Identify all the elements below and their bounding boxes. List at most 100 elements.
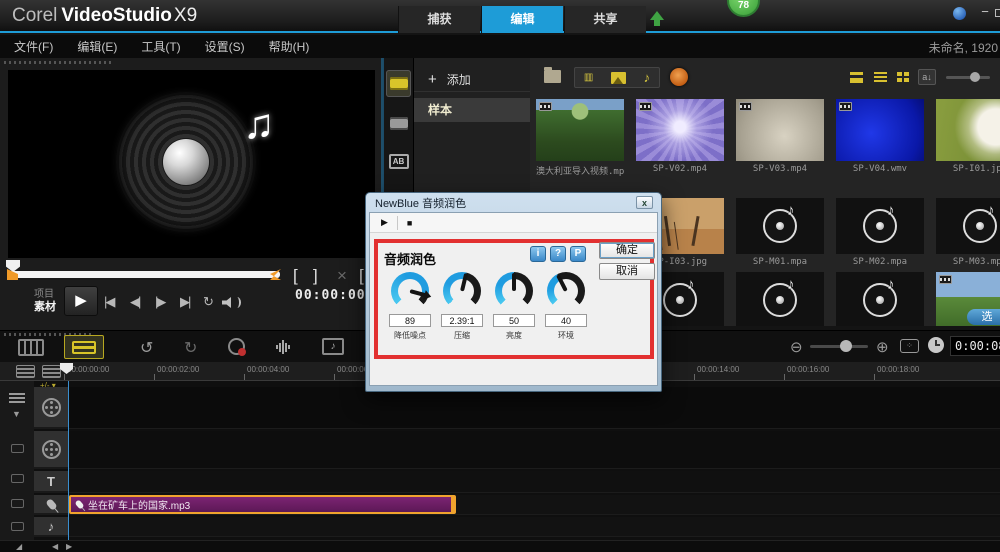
ramp-icon[interactable]: ◢ [16,542,22,551]
ambience-knob[interactable] [547,272,585,310]
volume-icon[interactable] [222,296,242,309]
media-item[interactable]: SP-V03.mp4 [736,99,824,174]
preset-button[interactable]: P [570,246,586,262]
ripple-toggle[interactable] [11,522,24,531]
ripple-toggle[interactable] [11,499,24,508]
video-track-header[interactable] [34,387,68,429]
mark-out-button[interactable]: ] [313,266,318,286]
trim-start-handle[interactable] [7,269,18,280]
dialog-title-bar[interactable]: NewBlue 音频润色 [369,193,658,212]
menu-help[interactable]: 帮助(H) [269,38,310,55]
enlarge-button[interactable]: [ [359,266,364,286]
options-button[interactable]: 选 [967,309,1000,325]
storyboard-view-button[interactable] [18,339,44,356]
help-button[interactable]: ? [550,246,566,262]
view-list-button[interactable] [872,70,889,85]
repeat-button[interactable]: ↻ [203,294,214,310]
thumbnail-zoom-slider[interactable] [946,76,990,79]
view-thumbnail-button[interactable] [894,70,911,85]
mode-project[interactable]: 项目 [34,288,56,301]
music-track-header[interactable]: ♪ [34,517,68,537]
menu-file[interactable]: 文件(F) [14,38,53,55]
ripple-toggle[interactable] [11,444,24,453]
show-all-tracks-button[interactable] [16,365,35,378]
knob-value-field[interactable]: 40 [545,314,587,327]
timeline-view-button[interactable] [64,335,104,359]
sound-mixer-button[interactable] [276,340,296,354]
media-category-button[interactable] [386,70,411,97]
sort-button[interactable]: a↓ [918,69,936,85]
360-video-icon[interactable] [670,68,688,86]
compression-knob[interactable] [443,272,481,310]
upload-arrow-icon[interactable] [650,11,664,27]
track-dropdown-icon[interactable]: ▼ [12,409,21,419]
track-options-icon[interactable] [9,393,25,404]
title-track-header[interactable]: T [34,471,68,493]
music-track-lane[interactable] [69,517,1000,537]
menu-settings[interactable]: 设置(S) [205,38,245,55]
knob-value-field[interactable]: 2.39:1 [441,314,483,327]
gallery-item-sample[interactable]: 样本 [414,98,531,122]
tab-share[interactable]: 共享 [564,6,646,33]
media-item[interactable]: ♪ SP-M02.mpa [836,198,924,267]
media-item[interactable]: SP-V04.wmv [836,99,924,174]
title-category-button[interactable]: AB [386,148,411,175]
add-folder-row[interactable]: + 添加 [414,68,531,92]
end-button[interactable]: ▶| [180,294,189,310]
zoom-in-button[interactable]: ⊕ [876,338,889,356]
brightness-knob[interactable] [495,272,533,310]
noise-reduction-knob[interactable] [391,272,429,310]
menu-tools[interactable]: 工具(T) [141,38,180,55]
zoom-out-button[interactable]: ⊖ [790,338,803,356]
photo-filter-icon[interactable] [611,72,626,84]
video-track-lane[interactable] [69,387,1000,429]
media-item[interactable]: 澳大利亚导入视频.mp4 [536,99,624,177]
media-item[interactable]: ♪ [736,272,824,326]
redo-button[interactable]: ↻ [184,338,197,358]
overlay-track-header[interactable] [34,431,68,469]
record-capture-button[interactable] [228,338,245,355]
view-single-button[interactable] [848,70,865,85]
maximize-button[interactable] [995,9,1000,17]
slider-knob[interactable] [970,72,980,82]
knob-value-field[interactable]: 89 [389,314,431,327]
home-button[interactable]: |◀ [104,294,113,310]
cancel-button[interactable]: 取消 [599,263,655,280]
media-item[interactable]: ♪ SP-M03.mpa [936,198,1000,267]
tab-capture[interactable]: 捕获 [398,6,480,33]
dialog-play-button[interactable]: ▶ [381,217,388,228]
scrub-bar[interactable] [8,271,280,278]
tab-edit[interactable]: 编辑 [481,6,563,33]
previous-frame-button[interactable]: ◀| [130,294,139,310]
help-globe-icon[interactable] [953,7,966,20]
trim-end-handle[interactable] [270,269,281,280]
overlay-track-lane[interactable] [69,431,1000,469]
slider-knob[interactable] [840,340,852,352]
video-filter-icon[interactable]: ▥ [584,72,593,83]
split-clip-button[interactable]: × [337,266,347,286]
media-item[interactable]: ♪ [836,272,924,326]
audio-clip[interactable]: 坐在矿车上的国家.mp3 [69,495,456,514]
ripple-toggle[interactable] [11,474,24,483]
scroll-right-button[interactable]: ▶ [66,542,72,551]
dialog-close-button[interactable]: x [636,196,653,209]
project-duration-timecode[interactable]: 0:00:08 [950,336,1000,356]
import-folder-icon[interactable] [544,70,561,83]
audio-filter-icon[interactable]: ♪ [644,70,651,85]
dialog-stop-button[interactable]: ■ [407,218,412,228]
next-frame-button[interactable]: |▶ [155,294,164,310]
track-manager-button[interactable] [42,365,61,378]
fit-project-button[interactable]: ⁘ [900,339,919,353]
undo-button[interactable]: ↺ [140,338,153,358]
auto-music-button[interactable]: ♪ [322,338,344,355]
ok-button[interactable]: 确定 [599,242,655,259]
knob-value-field[interactable]: 50 [493,314,535,327]
voice-track-header[interactable] [34,495,68,515]
play-button[interactable]: ▶ [64,286,98,316]
scroll-left-button[interactable]: ◀ [52,542,58,551]
media-item[interactable]: SP-I01.jpg [936,99,1000,174]
title-track-lane[interactable] [69,471,1000,493]
timeline-zoom-slider[interactable] [810,345,868,348]
transition-category-button[interactable] [386,110,411,137]
mode-clip[interactable]: 素材 [34,301,56,314]
